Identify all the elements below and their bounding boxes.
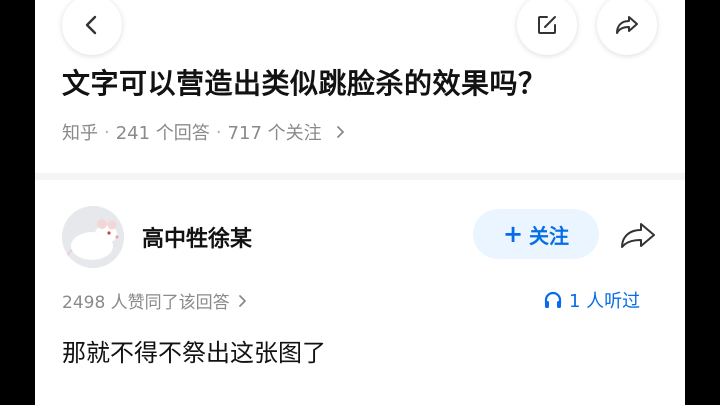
answer-screen: 文字可以营造出类似跳脸杀的效果吗？ 知乎 · 241 个回答 · 717 个关注… (35, 0, 685, 405)
listen-count[interactable]: 1 人听过 (543, 287, 640, 313)
chevron-right-icon (336, 126, 344, 138)
votes-summary[interactable]: 2498 人赞同了该回答 (62, 288, 248, 313)
edit-icon (538, 16, 556, 34)
back-button[interactable] (62, 0, 122, 55)
author-name[interactable]: 高中牲徐某 (142, 221, 252, 253)
question-meta[interactable]: 知乎 · 241 个回答 · 717 个关注 (62, 119, 346, 145)
section-divider (35, 173, 685, 180)
avatar[interactable] (62, 206, 124, 268)
share-icon (621, 223, 655, 248)
question-title[interactable]: 文字可以营造出类似跳脸杀的效果吗？ (62, 62, 662, 102)
edit-button[interactable] (517, 0, 577, 55)
meta-separator: · (215, 121, 222, 143)
share-icon (616, 16, 638, 34)
chevron-left-icon (85, 15, 97, 35)
white-mouse-avatar (62, 206, 124, 268)
listen-text: 1 人听过 (569, 291, 641, 312)
answer-body[interactable]: 那就不得不祭出这张图了 (62, 333, 326, 368)
source-label: 知乎 (62, 123, 98, 144)
share-button[interactable] (597, 0, 657, 55)
follower-count: 717 个关注 (227, 123, 322, 144)
headphones-icon (544, 291, 562, 308)
meta-separator: · (104, 121, 110, 143)
share-answer-button[interactable] (617, 218, 659, 252)
votes-text: 2498 人赞同了该回答 (62, 293, 230, 313)
answer-count: 241 个回答 (115, 123, 210, 144)
chevron-right-icon (238, 294, 246, 307)
follow-button[interactable]: + 关注 (473, 209, 599, 259)
follow-label: 关注 (529, 223, 570, 248)
plus-icon: + (502, 220, 524, 248)
